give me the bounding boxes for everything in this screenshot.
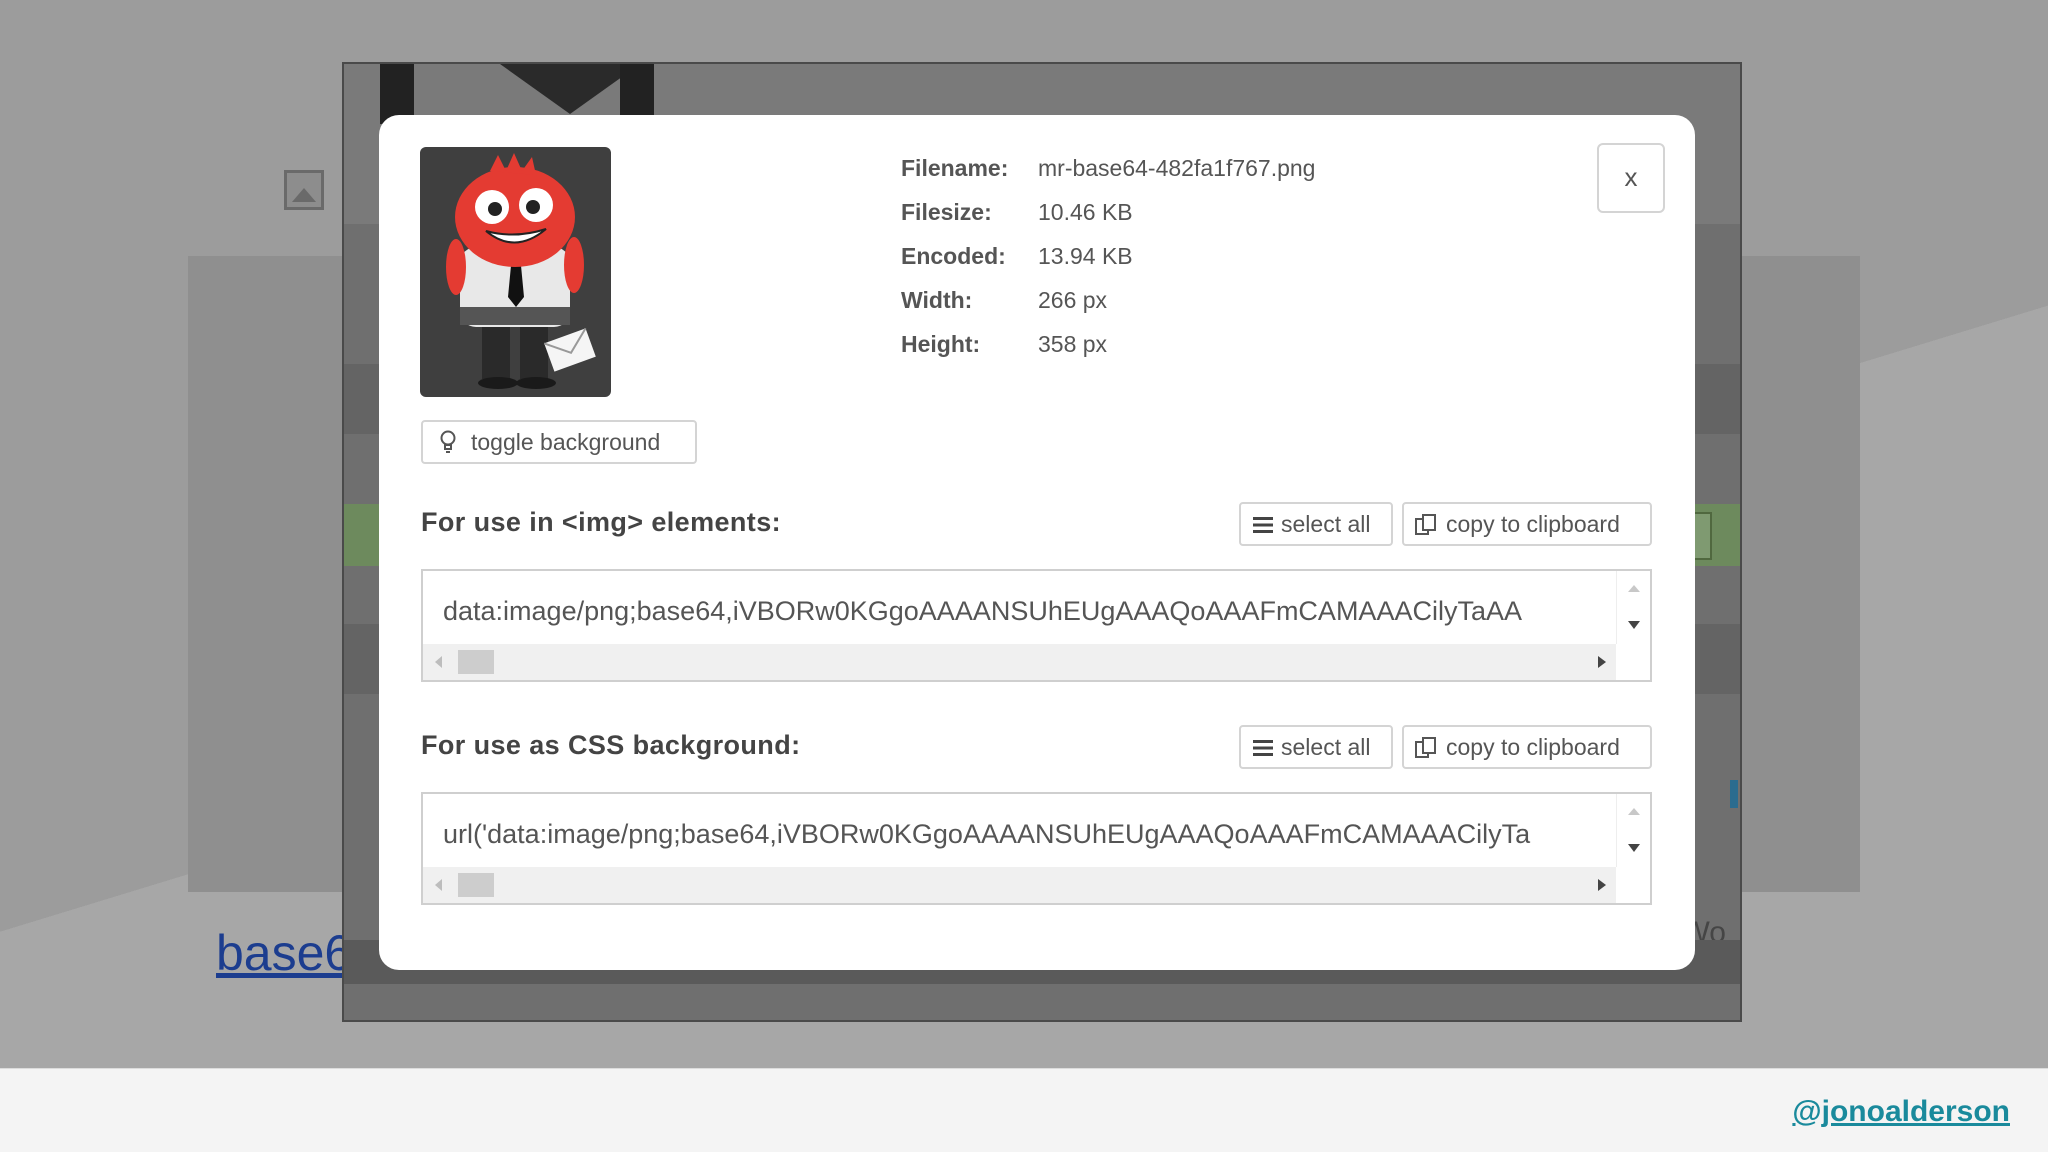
info-value-encoded: 13.94 KB: [1038, 243, 1133, 269]
select-all-label: select all: [1281, 734, 1371, 760]
scroll-left-icon[interactable]: [435, 879, 442, 891]
close-button[interactable]: x: [1597, 143, 1665, 213]
info-value-filename: mr-base64-482fa1f767.png: [1038, 155, 1316, 181]
select-all-label: select all: [1281, 511, 1371, 537]
scroll-up-icon[interactable]: [1628, 808, 1640, 815]
copy-label: copy to clipboard: [1446, 734, 1620, 760]
bulb-icon: [440, 430, 456, 453]
info-key: Filename:: [901, 155, 1009, 181]
background-link[interactable]: base6: [216, 924, 352, 982]
scroll-down-icon[interactable]: [1628, 844, 1640, 852]
img-copy-button[interactable]: copy to clipboard: [1402, 502, 1652, 546]
info-key: Filesize:: [901, 199, 992, 225]
info-key: Width:: [901, 287, 973, 313]
vertical-scrollbar[interactable]: [1616, 794, 1650, 869]
img-code-textarea[interactable]: data:image/png;base64,iVBORw0KGgoAAAANSU…: [421, 569, 1652, 682]
info-key: Encoded:: [901, 243, 1006, 269]
scroll-right-icon[interactable]: [1598, 879, 1606, 891]
close-icon: x: [1624, 162, 1638, 192]
list-icon: [1253, 740, 1273, 756]
horizontal-scrollbar[interactable]: [423, 867, 1620, 903]
info-value-height: 358 px: [1038, 331, 1108, 357]
img-code-text: data:image/png;base64,iVBORw0KGgoAAAANSU…: [443, 596, 1522, 626]
css-copy-button[interactable]: copy to clipboard: [1402, 725, 1652, 769]
scroll-right-icon[interactable]: [1598, 656, 1606, 668]
scroll-down-icon[interactable]: [1628, 621, 1640, 629]
info-value-width: 266 px: [1038, 287, 1108, 313]
scrollbar-corner: [1616, 644, 1650, 680]
toggle-background-button[interactable]: toggle background: [421, 420, 697, 464]
scrollbar-thumb[interactable]: [458, 650, 494, 674]
slide-footer: @jonoalderson: [0, 1068, 2048, 1152]
css-select-all-button[interactable]: select all: [1239, 725, 1393, 769]
copy-icon: [1415, 514, 1436, 535]
img-section-label: For use in <img> elements:: [421, 507, 782, 537]
horizontal-scrollbar[interactable]: [423, 644, 1620, 680]
copy-label: copy to clipboard: [1446, 511, 1620, 537]
css-code-textarea[interactable]: url('data:image/png;base64,iVBORw0KGgoAA…: [421, 792, 1652, 905]
screenshot-blue-marker: [1730, 780, 1738, 808]
scrollbar-thumb[interactable]: [458, 873, 494, 897]
css-code-text: url('data:image/png;base64,iVBORw0KGgoAA…: [443, 819, 1531, 849]
list-icon: [1253, 517, 1273, 533]
vertical-scrollbar[interactable]: [1616, 571, 1650, 646]
image-icon: [284, 170, 324, 210]
author-handle[interactable]: @jonoalderson: [1792, 1095, 2010, 1129]
scroll-left-icon[interactable]: [435, 656, 442, 668]
toggle-background-label: toggle background: [471, 429, 661, 455]
base64-modal: Filename: mr-base64-482fa1f767.png Files…: [379, 115, 1695, 970]
img-select-all-button[interactable]: select all: [1239, 502, 1393, 546]
info-key: Height:: [901, 331, 981, 357]
copy-icon: [1415, 737, 1436, 758]
scroll-up-icon[interactable]: [1628, 585, 1640, 592]
scrollbar-corner: [1616, 867, 1650, 903]
css-section-label: For use as CSS background:: [421, 730, 801, 760]
file-info: Filename: mr-base64-482fa1f767.png Files…: [901, 151, 1315, 361]
image-thumbnail: [420, 147, 611, 397]
info-value-filesize: 10.46 KB: [1038, 199, 1133, 225]
